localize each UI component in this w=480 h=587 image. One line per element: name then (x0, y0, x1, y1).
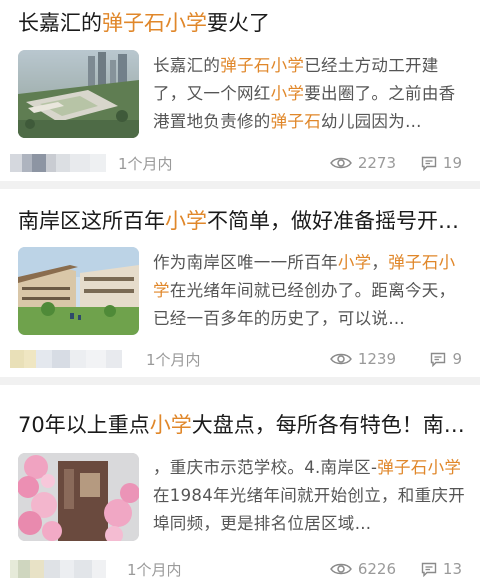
publish-time: 1个月内 (118, 155, 173, 173)
title-text: 南岸区这所百年 (18, 209, 165, 233)
keyword-highlight: 弹子石小学 (220, 56, 305, 75)
keyword-highlight: 小学 (337, 253, 372, 272)
publish-time: 1个月内 (127, 561, 182, 579)
divider (0, 181, 480, 189)
article-thumbnail[interactable] (18, 50, 139, 138)
article-title[interactable]: 长嘉汇的弹子石小学要火了 (18, 9, 466, 37)
snippet-text: ， (371, 253, 389, 272)
article-card[interactable]: 70年以上重点小学大盘点，每所各有特色！南… ，重庆市示范学校。4.南岸区-弹子… (0, 385, 480, 587)
comment-icon (421, 156, 437, 171)
article-thumbnail[interactable] (18, 247, 139, 335)
title-text: 要火了 (207, 11, 270, 35)
title-text: 70年以上重点 (18, 413, 150, 437)
article-snippet: ，重庆市示范学校。4.南岸区-弹子石小学在1984年光绪年间就开始创立，和重庆开… (153, 454, 466, 538)
eye-icon (329, 353, 352, 365)
snippet-text: 长嘉汇的 (153, 56, 221, 75)
eye-icon (329, 563, 352, 575)
view-count-value: 2273 (357, 154, 396, 172)
article-snippet: 作为南岸区唯一一所百年小学，弹子石小学在光绪年间就已经创办了。距离今天，已经一百… (153, 249, 466, 333)
view-count: 1239 (329, 348, 396, 370)
view-count-value: 6226 (357, 560, 396, 578)
article-card[interactable]: 长嘉汇的弹子石小学要火了 长嘉汇的弹子石小学已经土方动工开建了，又一个网红小学要… (0, 0, 480, 181)
comment-count-value: 9 (452, 350, 462, 368)
article-feed: 长嘉汇的弹子石小学要火了 长嘉汇的弹子石小学已经土方动工开建了，又一个网红小学要… (0, 0, 480, 587)
keyword-highlight: 小学 (149, 413, 192, 437)
comment-count[interactable]: 13 (421, 558, 462, 580)
author-avatar-blurred (10, 557, 106, 581)
snippet-text: ，重庆市示范学校。4.南岸区- (153, 458, 378, 477)
school-building-image (18, 247, 139, 335)
publish-time: 1个月内 (146, 351, 201, 369)
article-title[interactable]: 70年以上重点小学大盘点，每所各有特色！南… (18, 411, 466, 439)
comment-count-value: 19 (442, 154, 462, 172)
title-text: 大盘点，每所各有特色！南… (191, 413, 465, 437)
comment-icon (421, 562, 437, 577)
view-count-value: 1239 (357, 350, 396, 368)
article-meta: 1个月内 6226 13 (0, 557, 480, 583)
comment-count-value: 13 (442, 560, 462, 578)
view-count: 2273 (329, 152, 396, 174)
divider (0, 377, 480, 385)
aerial-campus-image (18, 50, 139, 138)
snippet-text: 在1984年光绪年间就开始创立，和重庆开埠同频，更是排名位居区域… (153, 486, 465, 533)
view-count: 6226 (329, 558, 396, 580)
cherry-blossom-gate-image (18, 453, 139, 541)
author-avatar-blurred (10, 151, 106, 175)
comment-icon (431, 352, 446, 367)
eye-icon (329, 157, 352, 169)
snippet-text: 在光绪年间就已经创办了。距离今天，已经一百多年的历史了，可以说… (153, 281, 456, 328)
article-meta: 1个月内 1239 9 (0, 347, 480, 373)
title-text: 长嘉汇的 (18, 11, 102, 35)
comment-count[interactable]: 9 (430, 348, 462, 370)
article-snippet: 长嘉汇的弹子石小学已经土方动工开建了，又一个网红小学要出圈了。之前由香港置地负责… (153, 52, 466, 136)
article-card[interactable]: 南岸区这所百年小学不简单，做好准备摇号开… 作为南岸区唯一一所百年小学，弹子石小… (0, 189, 480, 377)
article-meta: 1个月内 2273 19 (0, 151, 480, 177)
keyword-highlight: 弹子石小学 (377, 458, 462, 477)
keyword-highlight: 小学 (270, 84, 305, 103)
keyword-highlight: 小学 (165, 209, 207, 233)
snippet-text: 作为南岸区唯一一所百年 (153, 253, 338, 272)
keyword-highlight: 弹子石 (270, 112, 322, 131)
author-avatar-blurred (10, 347, 122, 371)
snippet-text: 幼儿园因为… (321, 112, 422, 131)
article-title[interactable]: 南岸区这所百年小学不简单，做好准备摇号开… (18, 207, 466, 235)
title-text: 不简单，做好准备摇号开… (207, 209, 459, 233)
comment-count[interactable]: 19 (421, 152, 462, 174)
article-thumbnail[interactable] (18, 453, 139, 541)
keyword-highlight: 弹子石小学 (102, 11, 207, 35)
